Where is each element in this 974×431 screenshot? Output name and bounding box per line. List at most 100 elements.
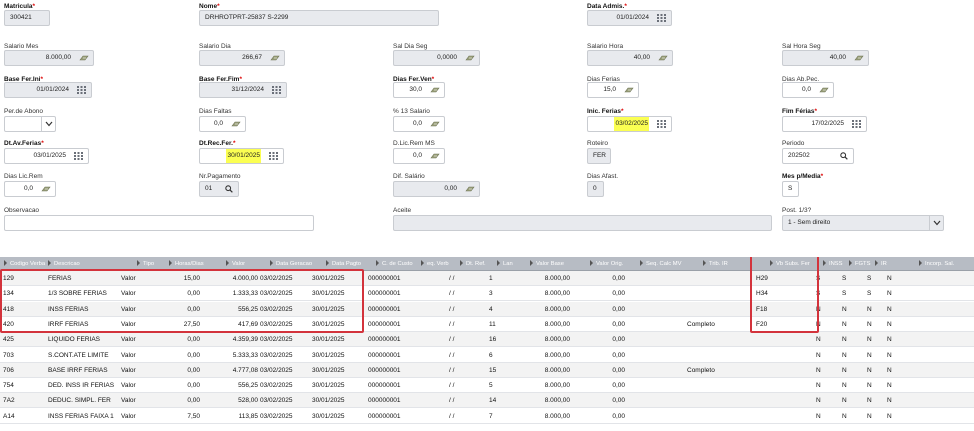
calendar-icon[interactable] [657, 14, 667, 22]
calculator-icon[interactable] [624, 86, 634, 94]
d-lic-rem-ms-input[interactable]: 0,0 [393, 148, 445, 164]
table-row[interactable]: 425 LIQUIDO FERIAS Valor 0,00 4.359,39 03/02/… [0, 332, 974, 348]
column-header[interactable]: FGTS [849, 257, 870, 271]
table-cell: 0,00 [187, 397, 200, 405]
column-header[interactable]: Trib. IR [703, 257, 728, 271]
column-header[interactable]: Codigo Verba [4, 257, 45, 271]
column-header[interactable]: Incorp. Sal. [919, 257, 954, 271]
column-header[interactable]: Valor [226, 257, 245, 271]
mes-p-media-input[interactable]: S [782, 181, 799, 197]
table-row[interactable]: 420 IRRF FERIAS Valor 27,50 417,69 03/02/2025… [0, 317, 974, 332]
calculator-icon[interactable] [819, 86, 829, 94]
column-header[interactable]: Vb Subs. Fer [770, 257, 810, 271]
salario-mes-label: Salario Mes [4, 43, 39, 50]
table-cell: N [887, 320, 892, 328]
nome-input[interactable]: DRHROTPRT-25837 S-2299 [199, 10, 439, 26]
dt-rec-fer-input[interactable]: 30/01/2025 [199, 148, 284, 164]
data-admis-input[interactable]: 01/01/2024 [587, 10, 672, 26]
calendar-icon[interactable] [74, 152, 84, 160]
column-header[interactable]: Descricao [48, 257, 80, 271]
column-header[interactable]: C. de Custo [376, 257, 413, 271]
chevron-down-icon[interactable] [41, 117, 55, 131]
nr-pagamento-input[interactable]: 01 [199, 181, 239, 197]
column-header[interactable]: eq. Verb [421, 257, 449, 271]
table-cell: 5 [489, 382, 493, 390]
column-header[interactable]: IR [875, 257, 887, 271]
sal-hora-seg-input[interactable]: 40,00 [782, 50, 869, 66]
dias-ferias-input[interactable]: 15,0 [587, 82, 639, 98]
search-icon[interactable] [839, 152, 849, 160]
calculator-icon[interactable] [79, 54, 89, 62]
calculator-icon[interactable] [41, 185, 51, 193]
calculator-icon[interactable] [430, 152, 440, 160]
calendar-icon[interactable] [657, 120, 667, 128]
base-fer-fim-input[interactable]: 31/12/2024 [199, 82, 287, 98]
salario-hora-input[interactable]: 40,00 [587, 50, 673, 66]
calculator-icon[interactable] [658, 54, 668, 62]
table-row[interactable]: 418 INSS FERIAS Valor 0,00 556,25 03/02/2025 3… [0, 301, 974, 317]
inic-ferias-input[interactable]: 03/02/2025 [587, 116, 672, 132]
calendar-icon[interactable] [77, 86, 87, 94]
calculator-icon[interactable] [854, 54, 864, 62]
column-header[interactable]: Data Geracao [270, 257, 312, 271]
table-row[interactable]: A14 INSS FERIAS FAIXA 1 Valor 7,50 113,85 03/… [0, 409, 974, 424]
per-abono-select[interactable] [4, 116, 56, 132]
calculator-icon[interactable] [430, 120, 440, 128]
dias-afast-input[interactable]: 0 [587, 181, 604, 197]
roteiro-input[interactable]: FER [587, 148, 611, 164]
dif-salario-input[interactable]: 0,00 [393, 181, 480, 197]
dias-fer-ven-input[interactable]: 30,0 [393, 82, 445, 98]
column-header-label: Vb Subs. Fer [776, 261, 810, 267]
table-row[interactable]: 129 FERIAS Valor 15,00 4.000,00 03/02/2025 30/… [0, 271, 974, 286]
table-cell: N [887, 382, 892, 390]
dias-ab-pec-input[interactable]: 0,0 [782, 82, 834, 98]
calculator-icon[interactable] [465, 54, 475, 62]
sal-dia-seg-input[interactable]: 0,0000 [393, 50, 480, 66]
calendar-icon[interactable] [272, 86, 282, 94]
salario-mes-input[interactable]: 8.000,00 [4, 50, 94, 66]
column-header[interactable]: Lan [497, 257, 513, 271]
nome-value: DRHROTPRT-25837 S-2299 [205, 14, 289, 21]
table-row[interactable]: 706 BASE IRRF FERIAS Valor 0,00 4.777,08 03/0… [0, 362, 974, 378]
calculator-icon[interactable] [270, 54, 280, 62]
calendar-icon[interactable] [852, 120, 862, 128]
column-header[interactable]: Horas/Dias [169, 257, 204, 271]
dias-lic-rem-input[interactable]: 0,0 [4, 181, 56, 197]
search-icon[interactable] [224, 185, 234, 193]
aceite-input[interactable] [393, 215, 772, 231]
column-header[interactable]: Seq. Calc MV [640, 257, 681, 271]
calendar-icon[interactable] [269, 152, 279, 160]
periodo-input[interactable]: 202502 [782, 148, 854, 164]
table-row[interactable]: 754 DED. INSS IR FERIAS Valor 0,00 556,25 03/… [0, 378, 974, 394]
column-header-label: FGTS [855, 261, 871, 267]
dias-faltas-input[interactable]: 0,0 [199, 116, 246, 132]
pct-13-salario-input[interactable]: 0,0 [393, 116, 445, 132]
observacao-input[interactable] [4, 215, 314, 231]
column-header[interactable]: Valor Orig. [590, 257, 623, 271]
base-fer-ini-input[interactable]: 01/01/2024 [4, 82, 92, 98]
matricula-input[interactable]: 300421 [4, 10, 50, 26]
column-header[interactable]: Dt. Ref. [460, 257, 486, 271]
chevron-down-icon[interactable] [929, 216, 943, 230]
table-cell: 15,00 [183, 275, 200, 282]
column-header[interactable]: INSS [823, 257, 843, 271]
table-cell: / / [449, 397, 455, 405]
calculator-icon[interactable] [430, 86, 440, 94]
table-row[interactable]: 7A2 DEDUC. SIMPL. FER Valor 0,00 528,00 03/02… [0, 393, 974, 409]
dt-av-ferias-value: 03/01/2025 [33, 152, 66, 159]
column-header[interactable]: Data Pagto [326, 257, 361, 271]
table-row[interactable]: 703 S.CONT.ATE LIMITE Valor 0,00 5.333,33 03/… [0, 348, 974, 363]
table-row[interactable]: 134 1/3 SOBRE FERIAS Valor 0,00 1.333,33 03/0… [0, 286, 974, 302]
sort-arrow-icon [270, 260, 273, 267]
calculator-icon[interactable] [465, 185, 475, 193]
table-cell: 0,00 [612, 290, 625, 298]
table-cell: INSS FERIAS FAIXA 1 [48, 412, 114, 420]
post-13-select[interactable]: 1 - Sem direito [782, 215, 944, 231]
fim-ferias-input[interactable]: 17/02/2025 [782, 116, 867, 132]
column-header[interactable]: Valor Base [530, 257, 564, 271]
calculator-icon[interactable] [231, 120, 241, 128]
salario-dia-input[interactable]: 266,67 [199, 50, 285, 66]
dt-av-ferias-input[interactable]: 03/01/2025 [4, 148, 89, 164]
base-fer-ini-value: 01/01/2024 [36, 86, 69, 93]
column-header[interactable]: Tipo [137, 257, 154, 271]
